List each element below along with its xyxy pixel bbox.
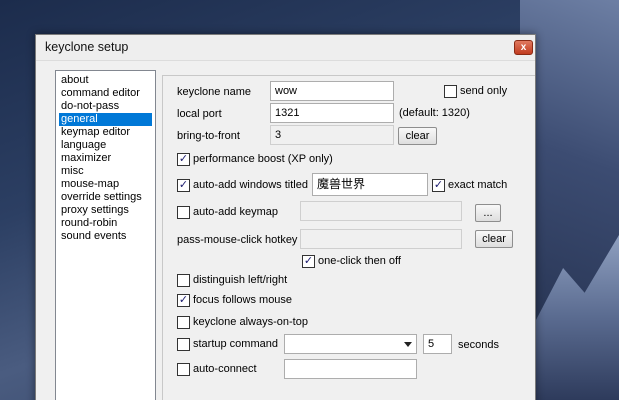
settings-category-list[interactable]: about command editor do-not-pass general…	[55, 70, 156, 400]
nav-item-about[interactable]: about	[59, 74, 91, 87]
nav-item-misc[interactable]: misc	[59, 165, 86, 178]
auto-connect-input[interactable]	[284, 359, 417, 379]
always-on-top-label: keyclone always-on-top	[193, 316, 308, 328]
nav-item-override-settings[interactable]: override settings	[59, 191, 144, 204]
keymap-browse-button[interactable]: ...	[475, 204, 501, 222]
pass-mouse-click-label: pass-mouse-click hotkey	[177, 234, 298, 246]
auto-add-windows-box[interactable]: ✓	[177, 179, 190, 192]
pass-mouse-click-input[interactable]	[300, 229, 462, 249]
nav-item-command-editor[interactable]: command editor	[59, 87, 142, 100]
keyclone-name-input[interactable]: wow	[270, 81, 394, 101]
nav-item-sound-events[interactable]: sound events	[59, 230, 128, 243]
performance-boost-label: performance boost (XP only)	[193, 153, 333, 165]
nav-item-keymap-editor[interactable]: keymap editor	[59, 126, 132, 139]
send-only-label: send only	[460, 85, 508, 97]
one-click-then-off-label: one-click then off	[318, 255, 401, 267]
exact-match-label: exact match	[448, 179, 508, 191]
nav-item-do-not-pass[interactable]: do-not-pass	[59, 100, 121, 113]
auto-add-windows-label: auto-add windows titled	[193, 179, 308, 191]
keymap-path-input[interactable]	[300, 201, 462, 221]
close-button[interactable]: x	[514, 40, 533, 55]
setup-window: keyclone setup x about command editor do…	[35, 34, 536, 400]
nav-item-round-robin[interactable]: round-robin	[59, 217, 119, 230]
general-settings-panel: keyclone name wow send only local port 1…	[162, 75, 535, 400]
close-icon: x	[520, 42, 527, 53]
startup-command-select[interactable]	[284, 334, 417, 354]
local-port-input[interactable]: 1321	[270, 103, 394, 123]
title-bar[interactable]: keyclone setup x	[36, 35, 535, 61]
startup-command-label: startup command	[193, 338, 278, 350]
nav-item-general[interactable]: general	[59, 113, 152, 126]
local-port-label: local port	[177, 108, 222, 120]
default-port-note: (default: 1320)	[399, 107, 470, 119]
always-on-top-box[interactable]	[177, 316, 190, 329]
nav-item-mouse-map[interactable]: mouse-map	[59, 178, 121, 191]
window-title-input[interactable]: 魔兽世界	[312, 173, 428, 196]
pass-mouse-click-clear-button[interactable]: clear	[475, 230, 513, 248]
nav-item-proxy-settings[interactable]: proxy settings	[59, 204, 131, 217]
auto-connect-label: auto-connect	[193, 363, 257, 375]
chevron-down-icon	[404, 342, 412, 347]
distinguish-left-right-box[interactable]	[177, 274, 190, 287]
exact-match-box[interactable]: ✓	[432, 179, 445, 192]
bring-to-front-input[interactable]: 3	[270, 125, 394, 145]
keyclone-name-label: keyclone name	[177, 86, 251, 98]
distinguish-left-right-label: distinguish left/right	[193, 274, 288, 286]
send-only-box[interactable]	[444, 85, 457, 98]
auto-add-keymap-label: auto-add keymap	[193, 206, 278, 218]
performance-boost-box[interactable]: ✓	[177, 153, 190, 166]
focus-follows-mouse-label: focus follows mouse	[193, 294, 293, 306]
auto-add-keymap-box[interactable]	[177, 206, 190, 219]
nav-item-language[interactable]: language	[59, 139, 108, 152]
focus-follows-mouse-box[interactable]: ✓	[177, 294, 190, 307]
one-click-then-off-box[interactable]: ✓	[302, 255, 315, 268]
bring-to-front-label: bring-to-front	[177, 130, 240, 142]
window-title: keyclone setup	[45, 40, 129, 54]
startup-delay-input[interactable]: 5	[423, 334, 452, 354]
startup-command-box[interactable]	[177, 338, 190, 351]
bring-to-front-clear-button[interactable]: clear	[398, 127, 437, 145]
auto-connect-box[interactable]	[177, 363, 190, 376]
startup-delay-unit: seconds	[458, 339, 499, 351]
nav-item-maximizer[interactable]: maximizer	[59, 152, 113, 165]
